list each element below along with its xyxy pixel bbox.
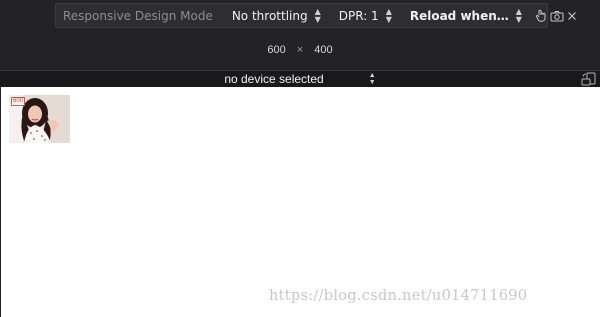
updown-arrow-icon: ▲ ▼ bbox=[314, 6, 321, 24]
rotate-device-icon[interactable] bbox=[581, 72, 597, 86]
touch-icon[interactable] bbox=[535, 8, 547, 24]
rdm-toolbar: Responsive Design Mode No throttling ▲ ▼ … bbox=[55, 3, 576, 28]
portrait-image: 600 bbox=[9, 95, 70, 143]
device-select-label: no device selected bbox=[224, 72, 324, 86]
viewport-height-input[interactable]: 400 bbox=[314, 44, 332, 56]
viewport-width-input[interactable]: 600 bbox=[267, 44, 285, 56]
toolbar-title: Responsive Design Mode bbox=[63, 8, 213, 23]
throttling-select-label: No throttling bbox=[231, 8, 308, 23]
throttling-select[interactable]: No throttling ▲ ▼ bbox=[220, 6, 327, 24]
dimension-separator: × bbox=[296, 44, 304, 56]
dpr-select-label: DPR: 1 bbox=[338, 8, 379, 23]
responsive-design-mode: Responsive Design Mode No throttling ▲ ▼ … bbox=[0, 0, 600, 317]
device-select[interactable]: no device selected ▲ ▼ bbox=[224, 72, 375, 86]
device-selector-bar: no device selected ▲ ▼ bbox=[0, 70, 600, 87]
screenshot-camera-icon[interactable] bbox=[550, 8, 564, 24]
close-icon[interactable] bbox=[567, 8, 577, 24]
watermark-url: https://blog.csdn.net/u014711690 bbox=[269, 288, 528, 304]
dpr-select[interactable]: DPR: 1 ▲ ▼ bbox=[327, 6, 398, 24]
updown-arrow-icon: ▲ ▼ bbox=[368, 72, 376, 86]
page-viewport: 600 https://blog.csdn.net/u014711690 bbox=[1, 87, 600, 317]
reload-select[interactable]: Reload when… ▲ ▼ bbox=[398, 6, 528, 24]
image-size-badge: 600 bbox=[11, 97, 26, 106]
viewport-dimensions: 600 × 400 bbox=[0, 44, 600, 56]
updown-arrow-icon: ▲ ▼ bbox=[515, 6, 522, 24]
updown-arrow-icon: ▲ ▼ bbox=[385, 6, 392, 24]
reload-select-label: Reload when… bbox=[409, 8, 509, 23]
